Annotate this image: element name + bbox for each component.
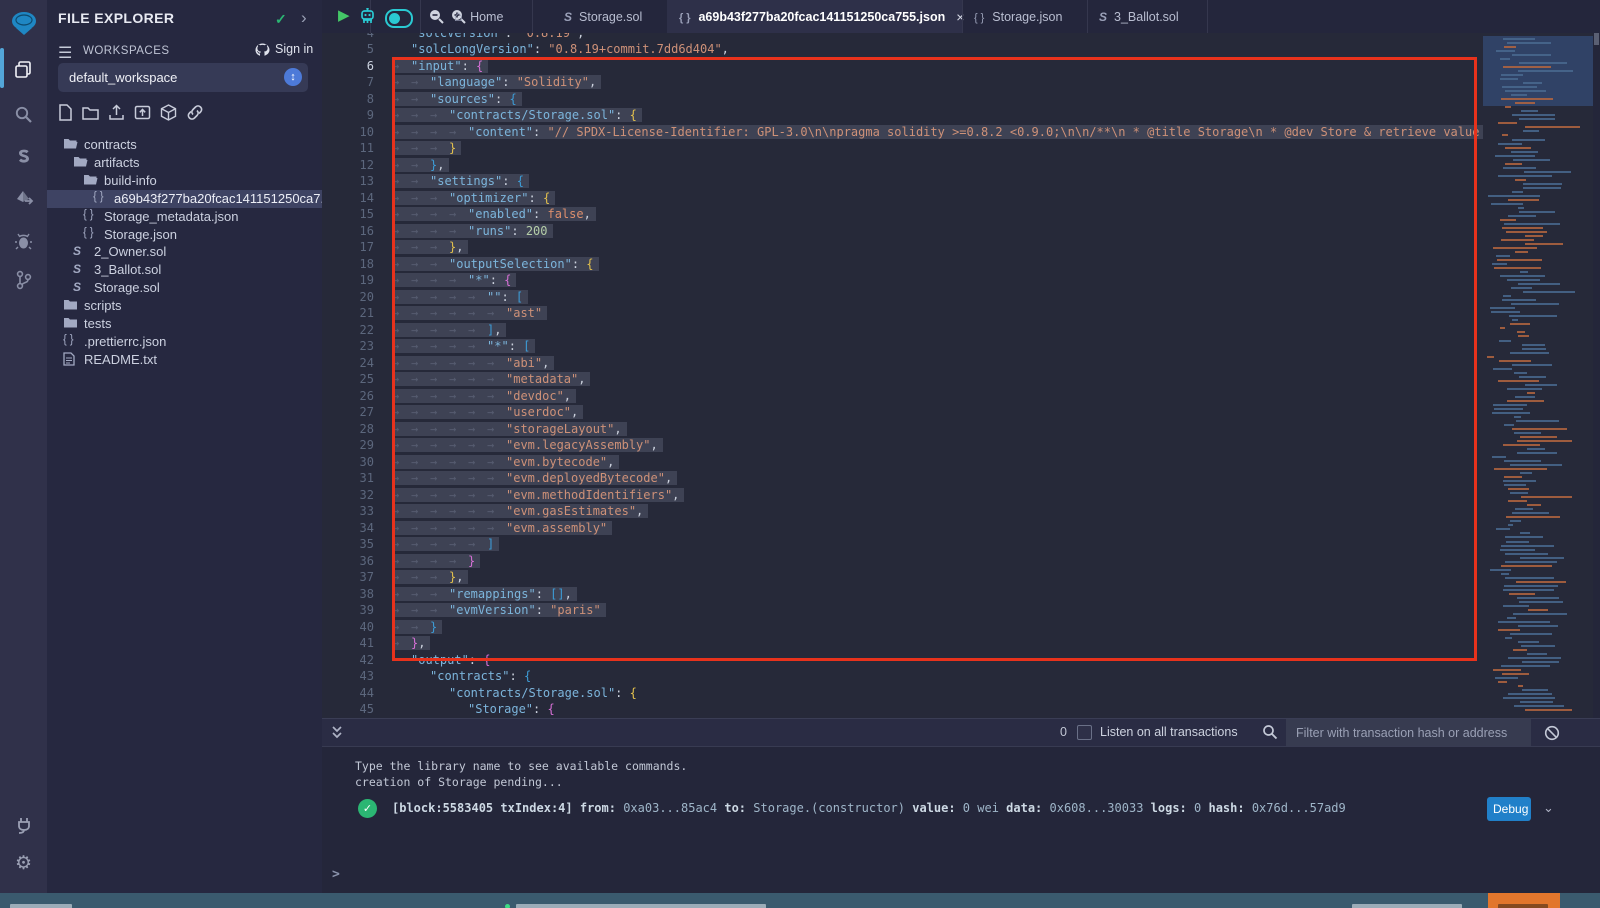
tab-storage-sol[interactable]: SStorage.sol xyxy=(552,0,667,33)
braces-icon: { } xyxy=(83,209,95,221)
braces-icon: { } xyxy=(974,10,985,24)
terminal: 0 Listen on all transactions Type the li… xyxy=(322,718,1600,894)
terminal-header: 0 Listen on all transactions xyxy=(322,719,1600,747)
workspace-select[interactable]: default_workspace ↕ xyxy=(58,63,308,92)
tree-item-a69b43f277ba20fcac141151250ca7-[interactable]: { }a69b43f277ba20fcac141151250ca7... xyxy=(47,190,322,208)
folder-icon xyxy=(63,298,78,314)
tx-success-icon: ✓ xyxy=(358,799,377,818)
status-bar xyxy=(0,893,1600,908)
minimap[interactable] xyxy=(1483,33,1593,718)
status-connected-icon xyxy=(505,904,510,908)
listen-label[interactable]: Listen on all transactions xyxy=(1100,725,1238,739)
status-item xyxy=(516,904,766,908)
clear-console-icon[interactable] xyxy=(1544,725,1560,746)
link-icon[interactable] xyxy=(186,104,204,121)
solidity-compiler-icon[interactable] xyxy=(0,140,47,174)
braces-icon: { } xyxy=(93,191,105,203)
settings-gear-icon[interactable]: ⚙ xyxy=(0,846,47,880)
doc-icon xyxy=(63,352,75,369)
tree-item-tests[interactable]: tests xyxy=(47,315,322,333)
scrollbar-thumb[interactable] xyxy=(1594,33,1599,45)
braces-icon: { } xyxy=(63,334,75,346)
activity-bar: ⚙ xyxy=(0,0,48,893)
deploy-run-icon[interactable] xyxy=(0,182,47,216)
plugin-manager-icon[interactable] xyxy=(0,808,47,842)
tree-item-2-owner-sol[interactable]: S2_Owner.sol xyxy=(47,243,322,261)
tx-expand-icon[interactable]: ⌄ xyxy=(1543,800,1554,816)
folder-open-icon xyxy=(63,137,78,153)
tree-item-artifacts[interactable]: artifacts xyxy=(47,154,322,172)
home-icon: ⌂ xyxy=(454,8,463,25)
scrollbar[interactable] xyxy=(1593,33,1600,718)
tree-item-scripts[interactable]: scripts xyxy=(47,297,322,315)
tree-item-3-ballot-sol[interactable]: S3_Ballot.sol xyxy=(47,261,322,279)
tab-home[interactable]: ⌂Home xyxy=(442,0,532,33)
tab-bar: ▶ ⌂Home SStorage.sol{ }a69b43f277ba20fcac… xyxy=(322,0,1600,34)
tree-item-storage-json[interactable]: { }Storage.json xyxy=(47,226,322,244)
tx-summary: [block:5583405 txIndex:4] from: 0xa03...… xyxy=(392,801,1346,815)
transaction-filter-input[interactable] xyxy=(1286,719,1531,746)
sign-in-label: Sign in xyxy=(275,42,313,56)
tree-item-contracts[interactable]: contracts xyxy=(47,136,322,154)
panel-title: FILE EXPLORER xyxy=(58,10,174,26)
folder-open-icon xyxy=(83,173,98,189)
new-file-icon[interactable] xyxy=(58,104,73,121)
sol-icon: S xyxy=(1099,10,1107,24)
workspaces-label: WORKSPACES xyxy=(83,45,170,57)
run-script-button[interactable]: ▶ xyxy=(338,6,350,24)
tree-item-build-info[interactable]: build-info xyxy=(47,172,322,190)
tree-item-readme-txt[interactable]: README.txt xyxy=(47,351,322,369)
terminal-hint: Type the library name to see available c… xyxy=(355,759,687,773)
git-branch-icon[interactable] xyxy=(0,263,47,297)
braces-icon: { } xyxy=(83,227,95,239)
sol-icon: S xyxy=(73,244,81,258)
tree-item-storage-metadata-json[interactable]: { }Storage_metadata.json xyxy=(47,208,322,226)
status-alert-badge[interactable] xyxy=(1488,893,1560,908)
chevron-right-icon[interactable]: › xyxy=(301,8,307,28)
github-icon xyxy=(255,43,270,56)
debugger-icon[interactable] xyxy=(0,224,47,258)
terminal-search-icon[interactable] xyxy=(1262,724,1278,745)
folder-icon xyxy=(63,316,78,332)
listen-checkbox[interactable] xyxy=(1077,725,1092,740)
transaction-count: 0 xyxy=(1060,725,1067,739)
collapse-terminal-icon[interactable] xyxy=(330,723,344,746)
braces-icon: { } xyxy=(679,10,691,24)
search-icon[interactable] xyxy=(0,97,47,131)
upload-file-icon[interactable] xyxy=(108,104,125,121)
new-folder-icon[interactable] xyxy=(82,104,99,121)
folder-open-icon xyxy=(73,155,88,171)
file-explorer-panel: FILE EXPLORER ✓ › ☰ WORKSPACES Sign in d… xyxy=(47,0,323,893)
file-explorer-icon[interactable] xyxy=(0,52,47,86)
tab-3-ballot-sol[interactable]: S3_Ballot.sol xyxy=(1087,0,1207,33)
tree-item-storage-sol[interactable]: SStorage.sol xyxy=(47,279,322,297)
sol-icon: S xyxy=(73,280,81,294)
tree-item--prettierrc-json[interactable]: { }.prettierrc.json xyxy=(47,333,322,351)
terminal-prompt[interactable]: > xyxy=(332,867,340,882)
copilot-toggle[interactable] xyxy=(385,9,413,28)
check-icon: ✓ xyxy=(275,11,287,28)
tab-a69b43f277ba20fcac141151250ca755-json[interactable]: { }a69b43f277ba20fcac141151250ca755.json… xyxy=(667,0,962,33)
sign-in-button[interactable]: Sign in xyxy=(255,42,313,56)
status-item xyxy=(1352,904,1462,908)
cube-icon[interactable] xyxy=(160,104,177,121)
tab-storage-json[interactable]: { }Storage.json xyxy=(962,0,1087,33)
workspaces-menu-icon[interactable]: ☰ xyxy=(58,43,71,63)
sol-icon: S xyxy=(73,262,81,276)
ai-copilot-icon[interactable] xyxy=(358,7,377,31)
upload-folder-icon[interactable] xyxy=(134,104,151,121)
remix-logo-icon[interactable] xyxy=(0,6,47,40)
workspace-dropdown-icon[interactable]: ↕ xyxy=(284,68,302,86)
sol-icon: S xyxy=(564,10,572,24)
debug-button[interactable]: Debug xyxy=(1487,797,1531,821)
terminal-log: creation of Storage pending... xyxy=(355,775,563,789)
file-toolbar xyxy=(58,104,204,121)
status-item xyxy=(10,904,72,908)
workspace-name: default_workspace xyxy=(69,70,177,85)
code-editor[interactable]: 4 "solcVersion": "0.8.19",5 "solcLongVer… xyxy=(322,33,1483,718)
